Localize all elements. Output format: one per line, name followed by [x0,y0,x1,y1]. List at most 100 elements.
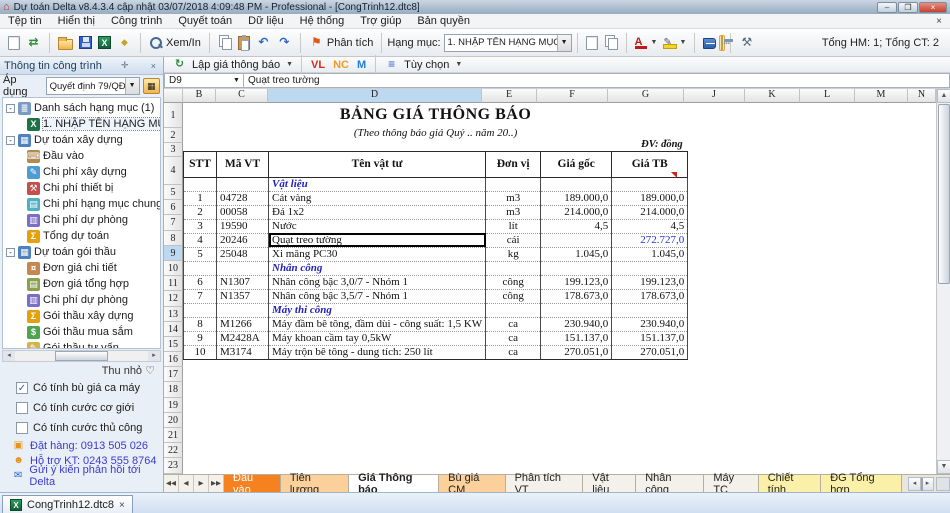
table-cell[interactable] [184,303,217,317]
collapse-link[interactable]: Thu nhỏ ♡ [0,362,163,378]
decision-settings-button[interactable]: ▦ [143,78,160,94]
table-cell[interactable]: Nhân công [269,261,486,275]
row-header-12[interactable]: 12 [164,291,183,306]
table-cell[interactable]: Nhân công bậc 3,0/7 - Nhóm 1 [269,275,486,289]
table-cell[interactable] [184,261,217,275]
table-cell[interactable] [612,261,688,275]
table-cell[interactable]: 214.000,0 [612,205,688,219]
menu-item-2[interactable]: Công trình [103,14,170,29]
table-cell[interactable] [541,303,612,317]
menu-item-0[interactable]: Tệp tin [0,14,50,29]
tree-item[interactable]: ▥Chi phí dự phòng [3,292,160,308]
table-cell[interactable]: m3 [486,205,541,219]
table-cell[interactable] [486,261,541,275]
horizontal-scrollbar[interactable]: ◂ ▸ [908,475,950,492]
table-cell[interactable]: 4,5 [612,219,688,233]
table-cell[interactable]: 20246 [217,233,269,247]
contact-link[interactable]: ▣Đặt hàng: 0913 505 026 [0,438,163,453]
sheet-tab-8[interactable]: Máy TC [704,475,758,492]
table-row[interactable]: 6N1307Nhân công bậc 3,0/7 - Nhóm 1công19… [184,275,688,289]
checkbox[interactable]: ✓ [16,382,28,394]
table-cell[interactable]: 178.673,0 [612,289,688,303]
table-row[interactable]: Vật liệu [184,177,688,191]
tree-item[interactable]: ⌨Đầu vào [3,148,160,164]
tree-item[interactable]: ✎Chi phí xây dựng [3,164,160,180]
table-cell[interactable]: cái [486,233,541,247]
chevron-down-icon[interactable]: ▼ [125,78,139,94]
table-cell[interactable]: 151.137,0 [612,331,688,345]
tree-item[interactable]: -≣Danh sách hạng mục (1) [3,100,160,116]
table-cell[interactable]: công [486,275,541,289]
tree-item[interactable]: ✎Gói thầu tư vấn [3,340,160,349]
row-header-6[interactable]: 6 [164,200,183,215]
table-cell[interactable]: 3 [184,219,217,233]
table-cell[interactable] [217,261,269,275]
checkbox[interactable] [16,402,28,414]
convert-button[interactable]: ⇄ [23,33,44,52]
table-cell[interactable] [541,261,612,275]
row-header-4[interactable]: 4 [164,157,183,185]
table-row[interactable]: 10M3174Máy trộn bê tông - dung tích: 250… [184,345,688,359]
undo-button[interactable]: ↶ [253,33,274,52]
tree-item[interactable]: ΣTổng dự toán [3,228,160,244]
table-row[interactable]: 420246Quạt treo tườngcái272.727,0 [184,233,688,247]
make-price-notice-button[interactable]: ↻ Lập giá thông báo ▼ [169,55,296,74]
menu-item-6[interactable]: Trợ giúp [352,14,409,29]
customize-button[interactable]: ⚒ [736,33,757,52]
table-cell[interactable]: 272.727,0 [612,233,688,247]
tree-item[interactable]: ¤Đơn giá chi tiết [3,260,160,276]
table-cell[interactable]: 230.940,0 [612,317,688,331]
table-cell[interactable]: 270.051,0 [541,345,612,359]
scroll-left-icon[interactable]: ◂ [908,477,921,491]
sheet-tab-2[interactable]: Tiên lượng [281,475,349,492]
menu-item-1[interactable]: Hiển thị [50,14,103,29]
column-header-N[interactable]: N [908,89,936,103]
new-document-button[interactable] [5,34,23,52]
table-cell[interactable]: 270.051,0 [612,345,688,359]
table-cell[interactable]: 4,5 [541,219,612,233]
table-cell[interactable]: công [486,289,541,303]
row-header-23[interactable]: 23 [164,458,183,473]
next-sheet-icon[interactable]: ▶ [194,475,209,492]
row-header-9[interactable]: 9 [164,246,183,261]
table-cell[interactable] [612,177,688,191]
table-row[interactable]: 200058Đá 1x2m3214.000,0214.000,0 [184,205,688,219]
row-header-8[interactable]: 8 [164,231,183,246]
table-cell[interactable] [184,177,217,191]
decision-combobox[interactable]: Quyết định 79/QĐ-B... ▼ [46,77,140,95]
font-color-button[interactable]: A▼ [632,34,661,51]
table-cell[interactable]: M3174 [217,345,269,359]
table-cell[interactable]: 199.123,0 [541,275,612,289]
minimize-button[interactable]: – [877,2,897,13]
table-cell[interactable]: Xi măng PC30 [269,247,486,261]
table-cell[interactable]: lít [486,219,541,233]
copy-button[interactable] [215,34,235,52]
table-cell[interactable]: 1 [184,191,217,205]
column-header-D[interactable]: D [268,89,482,103]
row-header-18[interactable]: 18 [164,382,183,397]
table-cell[interactable]: Máy khoan cầm tay 0,5kW [269,331,486,345]
column-header-M[interactable]: M [855,89,908,103]
table-cell[interactable]: 5 [184,247,217,261]
table-cell[interactable]: kg [486,247,541,261]
row-header-22[interactable]: 22 [164,443,183,458]
table-cell[interactable] [612,303,688,317]
table-cell[interactable]: 4 [184,233,217,247]
tools-button[interactable]: ◆ [114,33,135,52]
table-cell[interactable]: Máy thi công [269,303,486,317]
table-cell[interactable]: 10 [184,345,217,359]
table-cell[interactable]: 151.137,0 [541,331,612,345]
menu-item-4[interactable]: Dữ liệu [240,14,292,29]
table-row[interactable]: Máy thi công [184,303,688,317]
add-report-button[interactable] [583,34,601,52]
select-all-corner[interactable] [164,89,183,103]
table-cell[interactable] [217,177,269,191]
table-cell[interactable]: Máy đầm bê tông, đầm dùi - công suất: 1,… [269,317,486,331]
chevron-down-icon[interactable]: ▼ [230,74,243,88]
row-header-20[interactable]: 20 [164,413,183,428]
table-cell[interactable]: ca [486,345,541,359]
document-close-icon[interactable]: × [928,16,950,27]
option-checkbox-row[interactable]: ✓Có tính bù giá ca máy [0,378,163,398]
tree-item[interactable]: ΣGói thầu xây dựng [3,308,160,324]
row-header-19[interactable]: 19 [164,398,183,413]
